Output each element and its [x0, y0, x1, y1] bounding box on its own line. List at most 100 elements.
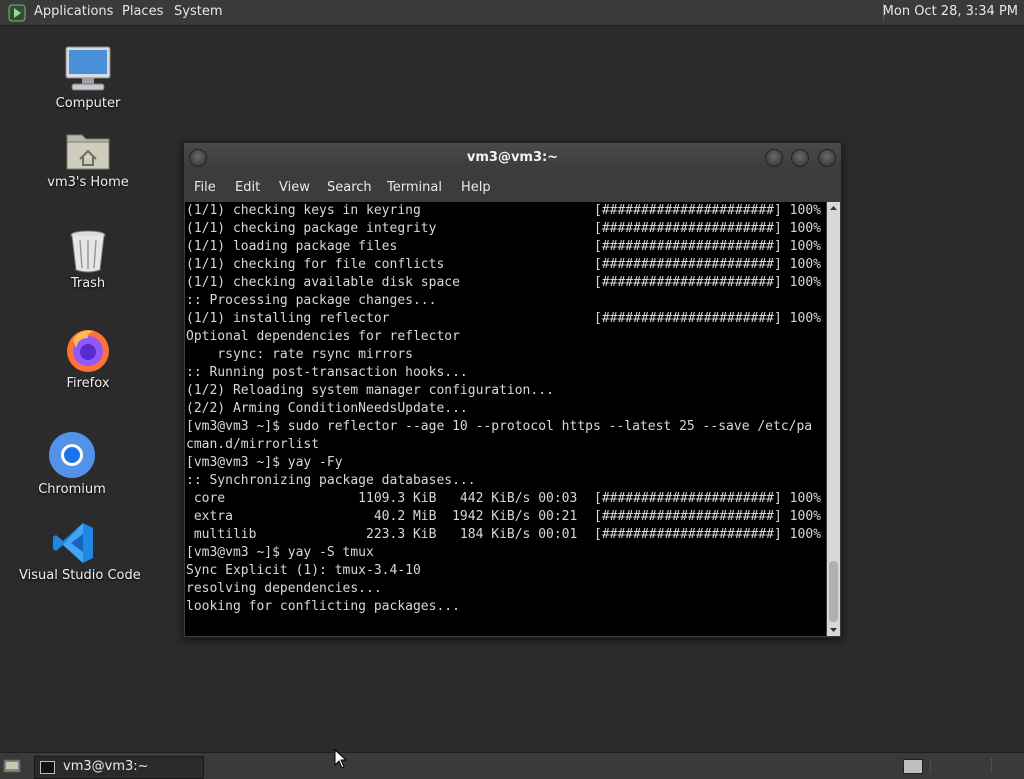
desktop-icon-chromium[interactable]: Chromium	[17, 430, 127, 497]
window-title: vm3@vm3:~	[466, 150, 559, 165]
terminal-progress-bar: [######################] 100%	[594, 311, 821, 326]
bottom-panel: vm3@vm3:~	[0, 752, 1024, 779]
terminal-line-text: :: Running post-transaction hooks...	[186, 365, 468, 380]
desktop-icon-vscode[interactable]: Visual Studio Code	[19, 520, 141, 583]
terminal-line: Optional dependencies for reflector	[186, 328, 460, 346]
menu-help[interactable]: Help	[461, 180, 491, 195]
minimize-button[interactable]	[765, 149, 783, 167]
desktop-icon-label: Visual Studio Code	[19, 568, 141, 583]
close-button[interactable]	[818, 149, 836, 167]
workspace-switcher-empty[interactable]	[930, 759, 992, 772]
clock[interactable]: Mon Oct 28, 3:34 PM	[883, 4, 1018, 19]
desktop-icon-trash[interactable]: Trash	[33, 228, 143, 291]
terminal-progress-bar: [######################] 100%	[594, 203, 821, 218]
applications-menu[interactable]: Applications	[34, 4, 113, 19]
terminal-line-text: :: Processing package changes...	[186, 293, 437, 308]
terminal-line: (1/1) installing reflector [#############…	[186, 310, 821, 328]
terminal-line-text: (1/1) checking keys in keyring	[186, 203, 421, 218]
scroll-up-arrow-icon[interactable]	[827, 202, 840, 214]
taskbar-button-label: vm3@vm3:~	[63, 759, 149, 774]
scrollbar-thumb[interactable]	[829, 561, 838, 622]
terminal-progress-bar: [######################] 100%	[594, 491, 821, 506]
mate-logo-icon[interactable]	[8, 4, 26, 22]
terminal-line-text: [vm3@vm3 ~]$ yay -Fy	[186, 455, 343, 470]
terminal-line: (1/1) checking available disk space [####…	[186, 274, 821, 292]
terminal-line-text: Sync Explicit (1): tmux-3.4-10	[186, 563, 421, 578]
desktop-icon-home[interactable]: vm3's Home	[33, 127, 143, 190]
terminal-line: Sync Explicit (1): tmux-3.4-10	[186, 562, 421, 580]
terminal-line: core 1109.3 KiB 442 KiB/s 00:03 [########…	[186, 490, 821, 508]
terminal-line-text: (1/1) checking for file conflicts	[186, 257, 445, 272]
vscode-icon	[53, 523, 93, 563]
taskbar-terminal-button[interactable]: vm3@vm3:~	[34, 756, 204, 779]
terminal-line: extra 40.2 MiB 1942 KiB/s 00:21 [########…	[186, 508, 821, 526]
top-panel: Applications Places System Mon Oct 28, 3…	[0, 0, 1024, 26]
show-desktop-icon[interactable]	[3, 758, 21, 774]
computer-icon	[65, 46, 111, 91]
title-bar[interactable]: vm3@vm3:~	[184, 143, 841, 173]
terminal-progress-bar: [######################] 100%	[594, 527, 821, 542]
terminal-line-text: core 1109.3 KiB 442 KiB/s 00:03	[186, 491, 578, 506]
menu-edit[interactable]: Edit	[235, 180, 260, 195]
terminal-progress-bar: [######################] 100%	[594, 509, 821, 524]
workspace-switcher[interactable]	[903, 759, 923, 774]
menu-search[interactable]: Search	[327, 180, 372, 195]
chromium-icon	[49, 432, 95, 478]
terminal-line: [vm3@vm3 ~]$ sudo reflector --age 10 --p…	[186, 418, 812, 436]
terminal-progress-bar: [######################] 100%	[594, 239, 821, 254]
terminal-line-text: :: Synchronizing package databases...	[186, 473, 476, 488]
home-folder-icon	[66, 134, 110, 170]
terminal-line-text: (1/1) installing reflector	[186, 311, 390, 326]
terminal-line: rsync: rate rsync mirrors	[186, 346, 413, 364]
desktop-icon-label: Computer	[55, 96, 121, 111]
desktop-icon-label: Firefox	[66, 376, 110, 391]
terminal-line-text: (1/1) loading package files	[186, 239, 398, 254]
terminal-line: multilib 223.3 KiB 184 KiB/s 00:01 [#####…	[186, 526, 821, 544]
terminal-line: :: Synchronizing package databases...	[186, 472, 476, 490]
terminal-window[interactable]: vm3@vm3:~ File Edit View Search Terminal…	[183, 142, 842, 638]
terminal-line-text: [vm3@vm3 ~]$ sudo reflector --age 10 --p…	[186, 419, 813, 434]
terminal-line-text: multilib 223.3 KiB 184 KiB/s 00:01	[186, 527, 578, 542]
mouse-pointer-icon	[334, 749, 348, 769]
system-menu[interactable]: System	[174, 4, 222, 19]
terminal-progress-bar: [######################] 100%	[594, 257, 821, 272]
terminal-line: :: Running post-transaction hooks...	[186, 364, 468, 382]
trash-icon	[70, 230, 106, 273]
terminal-line-text: extra 40.2 MiB 1942 KiB/s 00:21	[186, 509, 578, 524]
terminal-progress-bar: [######################] 100%	[594, 221, 821, 236]
desktop-icon-label: Chromium	[38, 482, 106, 497]
desktop-icon-label: Trash	[70, 276, 106, 291]
terminal-line-text: (1/2) Reloading system manager configura…	[186, 383, 554, 398]
places-menu[interactable]: Places	[122, 4, 163, 19]
terminal-line: looking for conflicting packages...	[186, 598, 460, 616]
terminal-line-text: cman.d/mirrorlist	[186, 437, 320, 452]
terminal-line: (2/2) Arming ConditionNeedsUpdate...	[186, 400, 468, 418]
terminal-line: [vm3@vm3 ~]$ yay -Fy	[186, 454, 343, 472]
firefox-icon	[67, 330, 109, 372]
terminal-line-text: Optional dependencies for reflector	[186, 329, 460, 344]
terminal-line: (1/2) Reloading system manager configura…	[186, 382, 554, 400]
desktop-icon-label: vm3's Home	[47, 175, 129, 190]
terminal-line: (1/1) loading package files [############…	[186, 238, 821, 256]
menu-view[interactable]: View	[279, 180, 310, 195]
terminal-menu-bar: File Edit View Search Terminal Help	[184, 173, 841, 201]
desktop-icon-firefox[interactable]: Firefox	[33, 326, 143, 391]
terminal-line-text: looking for conflicting packages...	[186, 599, 460, 614]
desktop-icon-computer[interactable]: Computer	[33, 44, 143, 111]
terminal-output[interactable]: (1/1) checking keys in keyring [#########…	[185, 202, 826, 636]
terminal-line-text: (1/1) checking package integrity	[186, 221, 437, 236]
maximize-button[interactable]	[791, 149, 809, 167]
terminal-line: resolving dependencies...	[186, 580, 382, 598]
scroll-down-arrow-icon[interactable]	[827, 624, 840, 636]
terminal-line: cman.d/mirrorlist	[186, 436, 319, 454]
terminal-line: :: Processing package changes...	[186, 292, 436, 310]
terminal-scrollbar[interactable]	[827, 202, 840, 636]
menu-file[interactable]: File	[194, 180, 216, 195]
terminal-icon	[40, 761, 55, 774]
terminal-line-text: [vm3@vm3 ~]$ yay -S tmux	[186, 545, 374, 560]
terminal-line: (1/1) checking package integrity [#######…	[186, 220, 821, 238]
terminal-line-text: resolving dependencies...	[186, 581, 382, 596]
terminal-line: (1/1) checking keys in keyring [#########…	[186, 202, 821, 220]
terminal-line-text: rsync: rate rsync mirrors	[186, 347, 413, 362]
menu-terminal[interactable]: Terminal	[387, 180, 442, 195]
